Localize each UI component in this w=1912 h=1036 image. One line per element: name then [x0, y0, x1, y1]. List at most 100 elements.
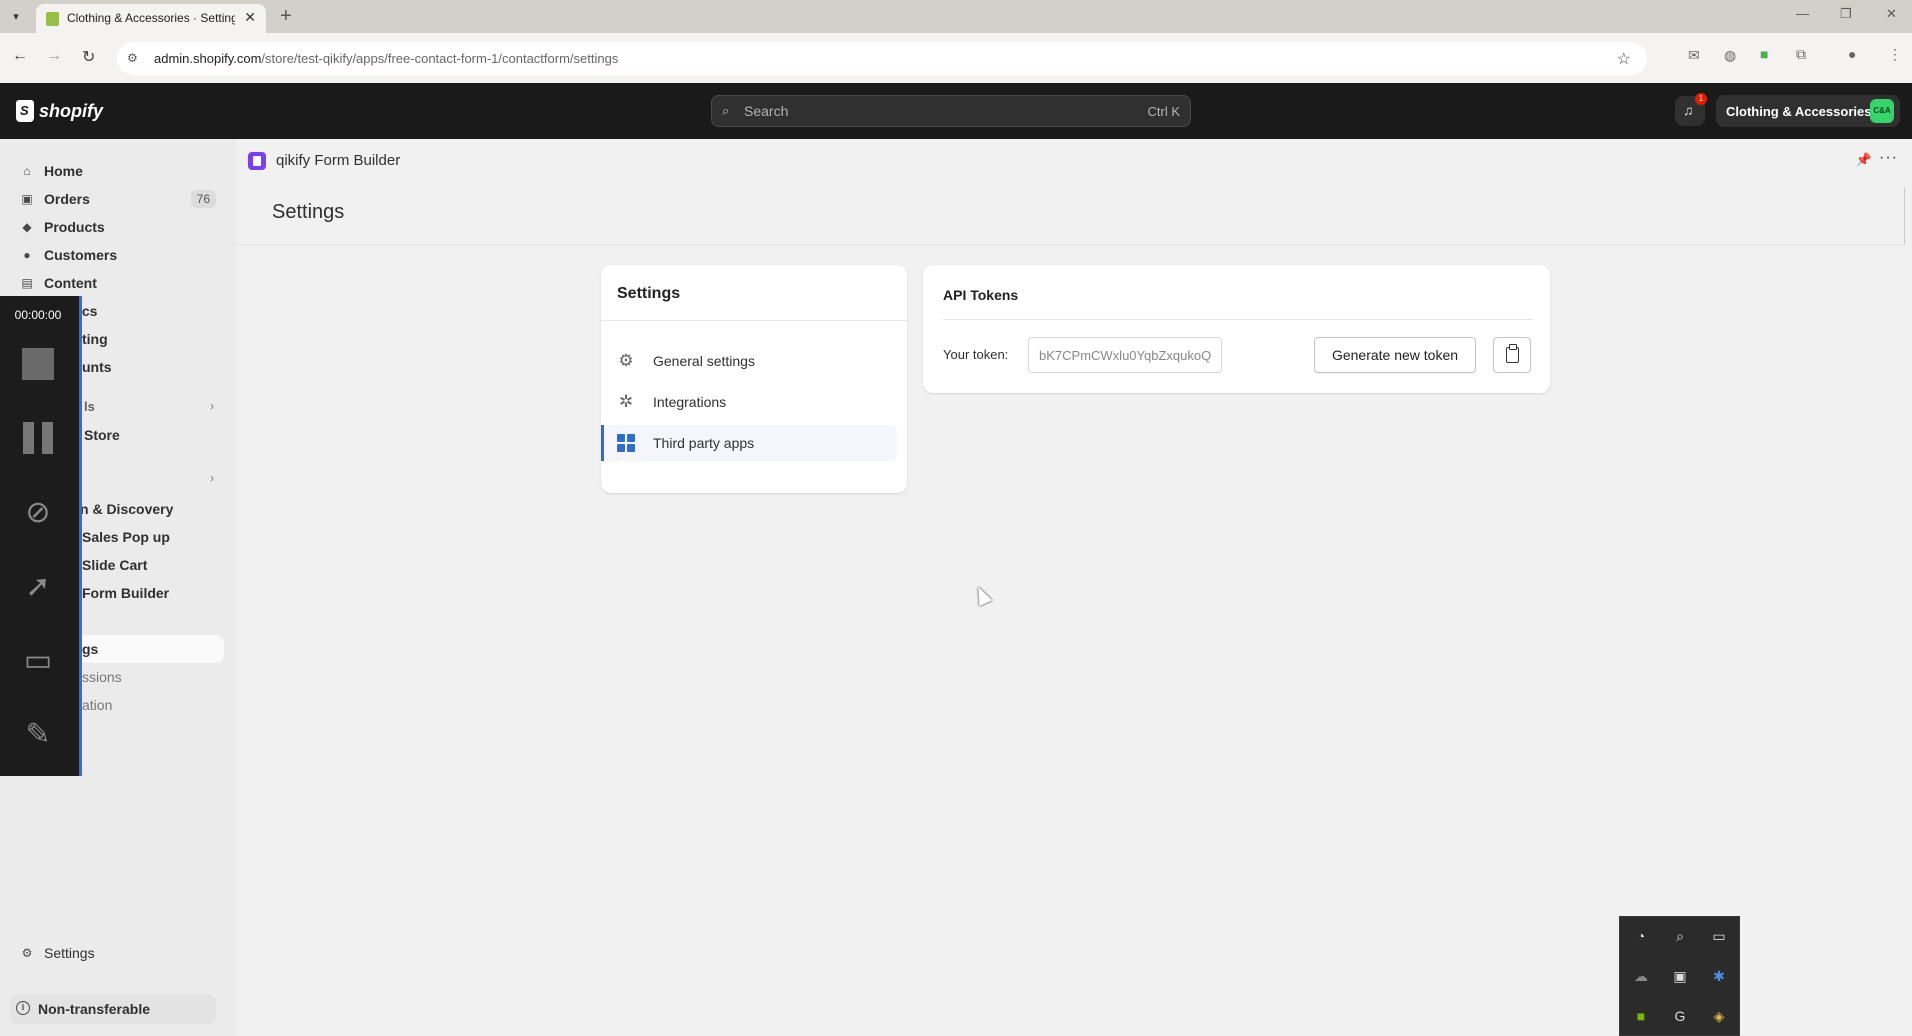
tray-screenshot-icon[interactable]: ▣	[1669, 965, 1691, 987]
webcam-off-icon[interactable]: ⊘	[18, 492, 58, 532]
menu-item-label: Third party apps	[653, 435, 755, 451]
arrow-draw-icon[interactable]: ➚	[18, 566, 58, 606]
search-placeholder: Search	[744, 103, 789, 119]
tab-list-chevron-icon[interactable]: ▾	[6, 7, 26, 27]
non-transferable-banner[interactable]: i Non-transferable	[10, 994, 216, 1024]
tray-g-icon[interactable]: G	[1669, 1005, 1691, 1027]
tab-close-icon[interactable]: ✕	[244, 9, 256, 26]
gear-icon: ⚙	[21, 946, 33, 960]
menu-item-general-settings[interactable]: ⚙ General settings	[601, 343, 897, 379]
minimize-icon[interactable]: —	[1796, 6, 1809, 21]
nvidia-icon[interactable]: ■	[1630, 1005, 1652, 1027]
token-field[interactable]	[1028, 337, 1222, 373]
gear-icon: ⚙	[618, 351, 634, 370]
search-input[interactable]: ⌕ Search Ctrl K	[711, 95, 1191, 127]
sidebar-item-settings[interactable]: ⚙ Settings	[10, 939, 224, 967]
store-avatar: C&A	[1870, 99, 1894, 123]
bluetooth-icon[interactable]: ✱	[1708, 965, 1730, 987]
reload-icon[interactable]: ↻	[82, 47, 95, 67]
search-icon: ⌕	[722, 103, 730, 118]
sidebar-item-content[interactable]: ▤ Content	[10, 269, 224, 297]
back-icon[interactable]: ←	[12, 47, 28, 65]
system-tray-popup: ◔ ⌕ ▭ ☁ ▣ ✱ ■ G ◈	[1619, 916, 1740, 1036]
browser-tabstrip: ▾ Clothing & Accessories · Settings ✕ + …	[0, 0, 1912, 33]
menu-item-third-party-apps[interactable]: Third party apps	[601, 425, 897, 461]
more-actions-icon[interactable]: ···	[1879, 149, 1898, 167]
shopify-logo[interactable]: shopify	[16, 100, 103, 122]
sidebar-item-label: Store	[84, 427, 120, 443]
sidebar-item-label: ls	[84, 399, 95, 414]
info-icon: i	[16, 1001, 30, 1015]
clipboard-icon	[1506, 344, 1519, 363]
sidebar-item-label: Form Builder	[82, 585, 170, 601]
screen-recorder-toolbar: 00:00:00 ⊘ ➚ ▭ ✎	[0, 296, 82, 776]
bookmark-star-icon[interactable]: ☆	[1617, 49, 1631, 69]
notifications-button[interactable]: ♫ 1	[1675, 93, 1707, 126]
menu-item-integrations[interactable]: ✲ Integrations	[601, 384, 897, 420]
mouse-cursor	[971, 583, 993, 607]
tag-icon: ◆	[22, 220, 32, 234]
sidebar-item-label: n & Discovery	[80, 501, 174, 517]
tray-display-icon[interactable]: ▭	[1708, 925, 1730, 947]
browser-toolbar: ← → ↻ ⚙ admin.shopify.com/store/test-qik…	[0, 33, 1912, 83]
token-label: Your token:	[943, 347, 1009, 362]
tray-shield-icon[interactable]: ◈	[1708, 1005, 1730, 1027]
pause-bars	[23, 422, 53, 454]
sidebar-item-label: Customers	[44, 247, 118, 263]
sidebar-item-label: Settings	[44, 945, 95, 961]
orders-count-badge: 76	[190, 190, 216, 208]
pen-draw-icon[interactable]: ✎	[18, 714, 58, 754]
sidebar-item-label: Content	[44, 275, 97, 291]
scrollbar-edge	[1904, 187, 1905, 245]
sidebar-item-label: unts	[82, 359, 112, 375]
sidebar-item-label: Sales Pop up	[82, 529, 170, 545]
sidebar-item-home[interactable]: ⌂ Home	[10, 157, 224, 185]
sidebar-item-products[interactable]: ◆ Products	[10, 213, 224, 241]
shopify-logo-text: shopify	[39, 100, 104, 121]
sidebar-item-customers[interactable]: ● Customers	[10, 241, 224, 269]
api-tokens-title: API Tokens	[943, 287, 1019, 303]
sidebar-item-label: ting	[82, 331, 108, 347]
site-info-icon[interactable]: ⚙	[127, 51, 138, 65]
search-shortcut: Ctrl K	[1147, 104, 1181, 119]
rectangle-draw-icon[interactable]: ▭	[18, 640, 58, 680]
pause-recording-icon[interactable]	[18, 418, 58, 458]
window-close-icon[interactable]: ✕	[1886, 6, 1897, 22]
restore-icon[interactable]: ❐	[1840, 6, 1852, 22]
shopify-favicon-icon	[46, 12, 59, 26]
profile-avatar-icon[interactable]: ●	[1848, 46, 1856, 62]
browser-menu-icon[interactable]: ⋮	[1888, 46, 1902, 63]
sidebar-item-label: Orders	[44, 191, 90, 207]
url-text: admin.shopify.com/store/test-qikify/apps…	[154, 51, 618, 66]
sidebar-item-label: Products	[44, 219, 105, 235]
card-divider	[601, 320, 907, 321]
apps-grid-icon	[617, 434, 635, 452]
tray-app-icon[interactable]: ◔	[1630, 925, 1652, 947]
settings-card-title: Settings	[617, 285, 681, 302]
store-menu-button[interactable]: Clothing & Accessories C&A	[1716, 95, 1900, 127]
copy-token-button[interactable]	[1493, 337, 1531, 373]
new-tab-button[interactable]: +	[280, 5, 292, 28]
pin-icon[interactable]: 📌	[1856, 152, 1872, 168]
sidebar-item-label: Slide Cart	[82, 557, 148, 573]
person-icon: ●	[23, 248, 31, 262]
url-path: /store/test-qikify/apps/free-contact-for…	[261, 51, 619, 66]
mail-extension-icon[interactable]: ✉	[1688, 47, 1700, 64]
stop-recording-icon[interactable]	[18, 344, 58, 384]
sidebar-item-label: ation	[82, 697, 113, 713]
extension-icon[interactable]: ◍	[1724, 47, 1736, 64]
address-bar[interactable]: ⚙ admin.shopify.com/store/test-qikify/ap…	[117, 42, 1647, 75]
tray-search-icon[interactable]: ⌕	[1669, 925, 1691, 947]
store-name: Clothing & Accessories	[1726, 104, 1872, 119]
shopify-topbar: shopify ⌕ Search Ctrl K ♫ 1 Clothing & A…	[0, 83, 1912, 139]
forward-icon[interactable]: →	[46, 47, 62, 65]
green-extension-icon[interactable]: ■	[1760, 46, 1768, 62]
chevron-right-icon[interactable]: ›	[210, 399, 214, 413]
generate-new-token-button[interactable]: Generate new token	[1314, 337, 1476, 373]
browser-tab[interactable]: Clothing & Accessories · Settings ✕	[36, 4, 266, 33]
puzzle-extensions-icon[interactable]: ⧉	[1796, 46, 1806, 63]
sidebar-item-orders[interactable]: ▣ Orders 76	[10, 185, 224, 213]
sidebar-item-label: ssions	[82, 669, 122, 685]
tray-cloud-icon[interactable]: ☁	[1630, 965, 1652, 987]
chevron-right-icon[interactable]: ›	[210, 471, 214, 485]
